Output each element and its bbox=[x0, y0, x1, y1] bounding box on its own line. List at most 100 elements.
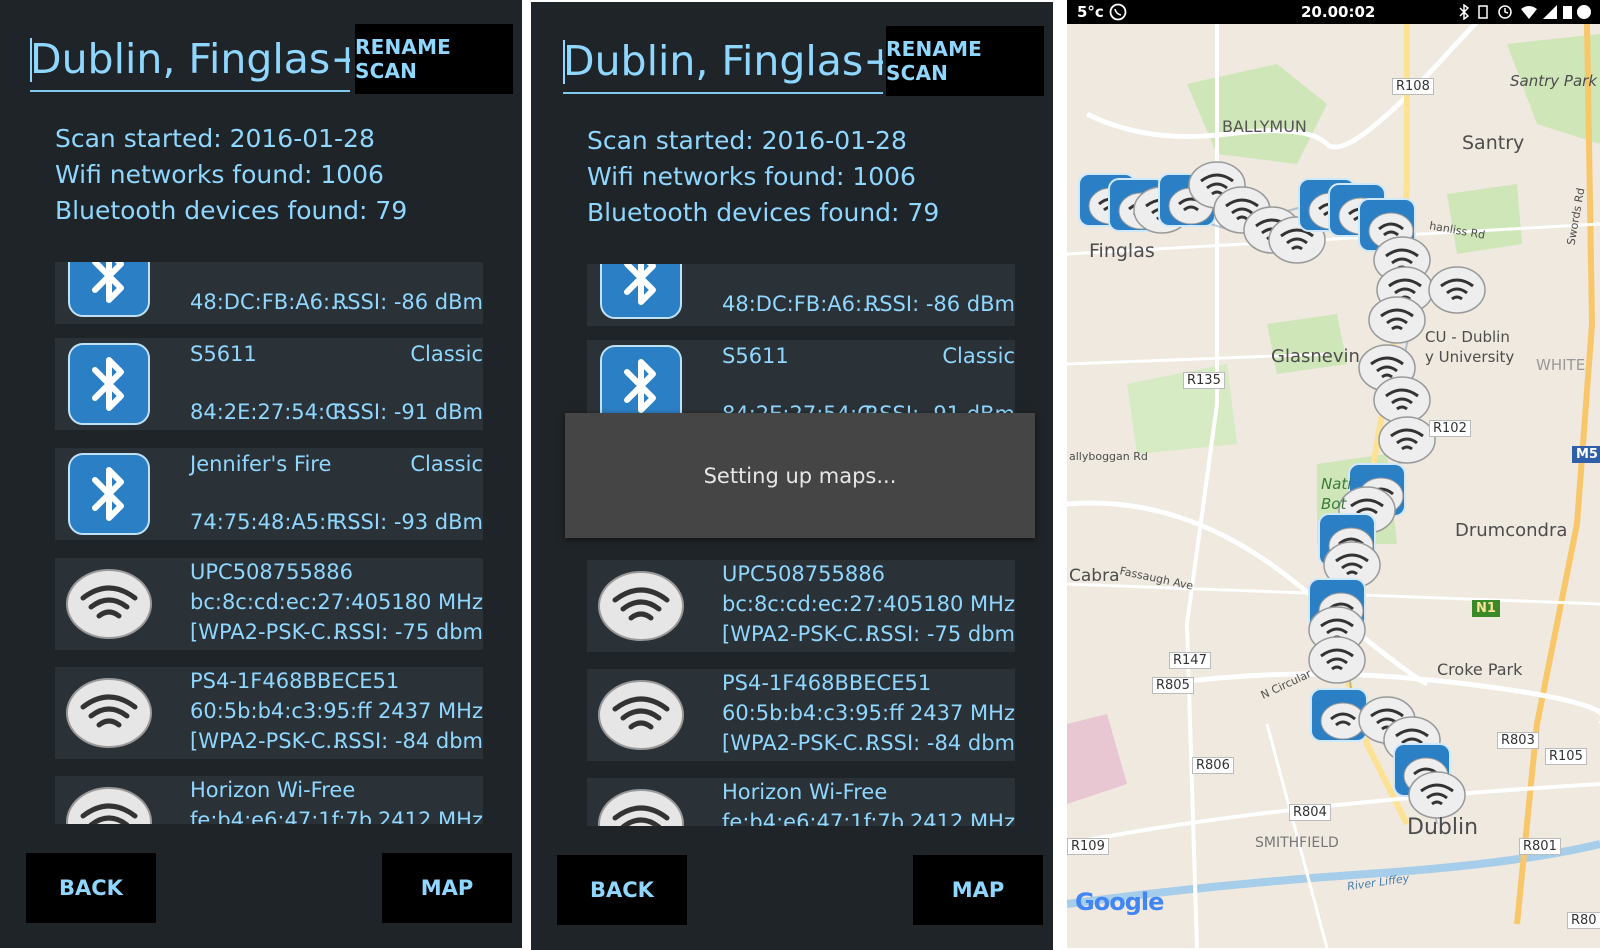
network-bssid: 60:5b:b4:c3:95:ff bbox=[722, 701, 904, 725]
rename-scan-button[interactable]: RENAME SCAN bbox=[355, 24, 513, 94]
map-label: Croke Park bbox=[1437, 660, 1523, 679]
scan-results-list[interactable]: 48:DC:FB:A6:... RSSI: -86 dBm S5611 Clas… bbox=[55, 262, 483, 824]
scan-started-text: Scan started: 2016-01-28 bbox=[55, 124, 375, 153]
map-label: Santry bbox=[1462, 132, 1525, 154]
road-shield: R102 bbox=[1429, 420, 1471, 437]
map-button[interactable]: MAP bbox=[913, 855, 1043, 925]
device-mac: 74:75:48:A5:F... bbox=[190, 510, 355, 534]
wifi-marker-icon[interactable] bbox=[1378, 416, 1436, 464]
road-shield: R806 bbox=[1192, 757, 1234, 774]
network-rssi: RSSI: -75 dbm bbox=[865, 622, 1015, 646]
road-shield: R109 bbox=[1067, 838, 1109, 855]
scan-results-list[interactable]: 48:DC:FB:A6:... RSSI: -86 dBm S5611 Clas… bbox=[587, 264, 1015, 826]
device-rssi: RSSI: -93 dBm bbox=[332, 510, 483, 534]
network-rssi: RSSI: -84 dbm bbox=[865, 731, 1015, 755]
wifi-marker-icon[interactable] bbox=[1368, 296, 1426, 344]
network-bssid: bc:8c:cd:ec:27:40 bbox=[190, 590, 378, 614]
list-item[interactable]: Jennifer's Fire Classic 74:75:48:A5:F...… bbox=[55, 448, 483, 540]
map-label: Drumcondra bbox=[1455, 520, 1568, 541]
device-mac: 48:DC:FB:A6:... bbox=[722, 292, 883, 316]
map-label: Santry Park bbox=[1510, 72, 1598, 90]
network-frequency: 5180 MHz bbox=[377, 590, 483, 614]
road-shield: R135 bbox=[1183, 372, 1225, 389]
loading-message: Setting up maps... bbox=[703, 463, 897, 488]
back-button[interactable]: BACK bbox=[26, 853, 156, 923]
network-ssid: Horizon Wi-Free bbox=[722, 780, 888, 804]
scan-started-text: Scan started: 2016-01-28 bbox=[587, 126, 907, 155]
wifi-icon bbox=[66, 569, 152, 639]
device-type: Classic bbox=[410, 452, 483, 476]
list-item[interactable]: Horizon Wi-Free fe:b4:e6:47:1f:7b 2412 M… bbox=[55, 776, 483, 824]
scan-detail-screen: Dublin, Finglas+City Centre RENAME SCAN … bbox=[0, 0, 522, 948]
road-shield: R805 bbox=[1152, 677, 1194, 694]
wifi-count-text: Wifi networks found: 1006 bbox=[55, 160, 384, 189]
network-ssid: UPC508755886 bbox=[722, 562, 885, 586]
device-rssi: RSSI: -86 dBm bbox=[864, 292, 1015, 316]
wifi-icon bbox=[66, 787, 152, 824]
bluetooth-count-text: Bluetooth devices found: 79 bbox=[587, 198, 940, 227]
network-frequency: 2412 MHz bbox=[909, 810, 1015, 826]
network-bssid: fe:b4:e6:47:1f:7b bbox=[190, 808, 373, 824]
bluetooth-icon bbox=[68, 262, 150, 317]
network-security: [WPA2-PSK-C... bbox=[722, 731, 878, 755]
road-shield: R80 bbox=[1567, 912, 1600, 929]
wifi-marker-icon[interactable] bbox=[1408, 771, 1466, 819]
scan-name-input[interactable]: Dublin, Finglas+City Centre bbox=[563, 32, 883, 94]
wifi-marker-icon[interactable] bbox=[1428, 266, 1486, 314]
list-item[interactable]: S5611 Classic 84:2E:27:54:C... RSSI: -91… bbox=[55, 338, 483, 430]
network-rssi: RSSI: -75 dbm bbox=[333, 620, 483, 644]
scan-name-input[interactable]: Dublin, Finglas+City Centre bbox=[30, 30, 350, 92]
road-shield: N1 bbox=[1472, 600, 1500, 617]
network-bssid: 60:5b:b4:c3:95:ff bbox=[190, 699, 372, 723]
device-name: S5611 bbox=[190, 342, 257, 366]
map-label: WHITE bbox=[1536, 356, 1586, 374]
network-frequency: 2437 MHz bbox=[377, 699, 483, 723]
list-item[interactable]: PS4-1F468BBECE51 60:5b:b4:c3:95:ff 2437 … bbox=[587, 669, 1015, 761]
device-rssi: RSSI: -91 dBm bbox=[332, 400, 483, 424]
wifi-icon bbox=[66, 678, 152, 748]
wifi-marker-icon[interactable] bbox=[1308, 636, 1366, 684]
device-name: S5611 bbox=[722, 344, 789, 368]
wifi-marker-icon[interactable] bbox=[1373, 376, 1431, 424]
road-shield: R803 bbox=[1497, 732, 1539, 749]
device-type: Classic bbox=[410, 342, 483, 366]
map-label: Finglas bbox=[1089, 240, 1155, 262]
network-security: [WPA2-PSK-C... bbox=[190, 729, 346, 753]
list-item[interactable]: 48:DC:FB:A6:... RSSI: -86 dBm bbox=[587, 264, 1015, 326]
network-security: [WPA2-PSK-C... bbox=[190, 620, 346, 644]
list-item[interactable]: UPC508755886 bc:8c:cd:ec:27:40 5180 MHz … bbox=[55, 558, 483, 650]
network-security: [WPA2-PSK-C... bbox=[722, 622, 878, 646]
map-label: BALLYMUN bbox=[1222, 117, 1307, 136]
map-label: Dublin bbox=[1407, 815, 1479, 840]
road-shield: R804 bbox=[1289, 804, 1331, 821]
rename-scan-button[interactable]: RENAME SCAN bbox=[886, 26, 1044, 96]
network-ssid: Horizon Wi-Free bbox=[190, 778, 356, 802]
road-shield: R801 bbox=[1519, 838, 1561, 855]
list-item[interactable]: Horizon Wi-Free fe:b4:e6:47:1f:7b 2412 M… bbox=[587, 778, 1015, 826]
map-button[interactable]: MAP bbox=[382, 853, 512, 923]
device-rssi: RSSI: -86 dBm bbox=[332, 290, 483, 314]
bluetooth-icon bbox=[600, 264, 682, 319]
map-label: Cabra bbox=[1069, 566, 1120, 586]
text-cursor bbox=[30, 38, 32, 82]
bluetooth-marker-icon[interactable] bbox=[1310, 688, 1368, 742]
google-logo: Google bbox=[1075, 888, 1164, 916]
road-shield: R147 bbox=[1169, 652, 1211, 669]
road-shield: M5 bbox=[1572, 446, 1600, 463]
back-button[interactable]: BACK bbox=[557, 855, 687, 925]
network-bssid: fe:b4:e6:47:1f:7b bbox=[722, 810, 905, 826]
network-ssid: PS4-1F468BBECE51 bbox=[722, 671, 932, 695]
wifi-icon bbox=[598, 789, 684, 826]
map-label: CU - Dublin bbox=[1425, 328, 1510, 346]
device-name: Jennifer's Fire bbox=[190, 452, 332, 476]
map-screen[interactable]: 5°c 20.00:02 Santry Park BALLYMUN Santry… bbox=[1067, 0, 1600, 948]
network-frequency: 5180 MHz bbox=[909, 592, 1015, 616]
list-item[interactable]: PS4-1F468BBECE51 60:5b:b4:c3:95:ff 2437 … bbox=[55, 667, 483, 759]
network-frequency: 2412 MHz bbox=[377, 808, 483, 824]
map-label: allyboggan Rd bbox=[1069, 450, 1148, 463]
map-label: y University bbox=[1425, 348, 1515, 366]
device-mac: 48:DC:FB:A6:... bbox=[190, 290, 351, 314]
list-item[interactable]: 48:DC:FB:A6:... RSSI: -86 dBm bbox=[55, 262, 483, 324]
network-bssid: bc:8c:cd:ec:27:40 bbox=[722, 592, 910, 616]
list-item[interactable]: UPC508755886 bc:8c:cd:ec:27:40 5180 MHz … bbox=[587, 560, 1015, 652]
